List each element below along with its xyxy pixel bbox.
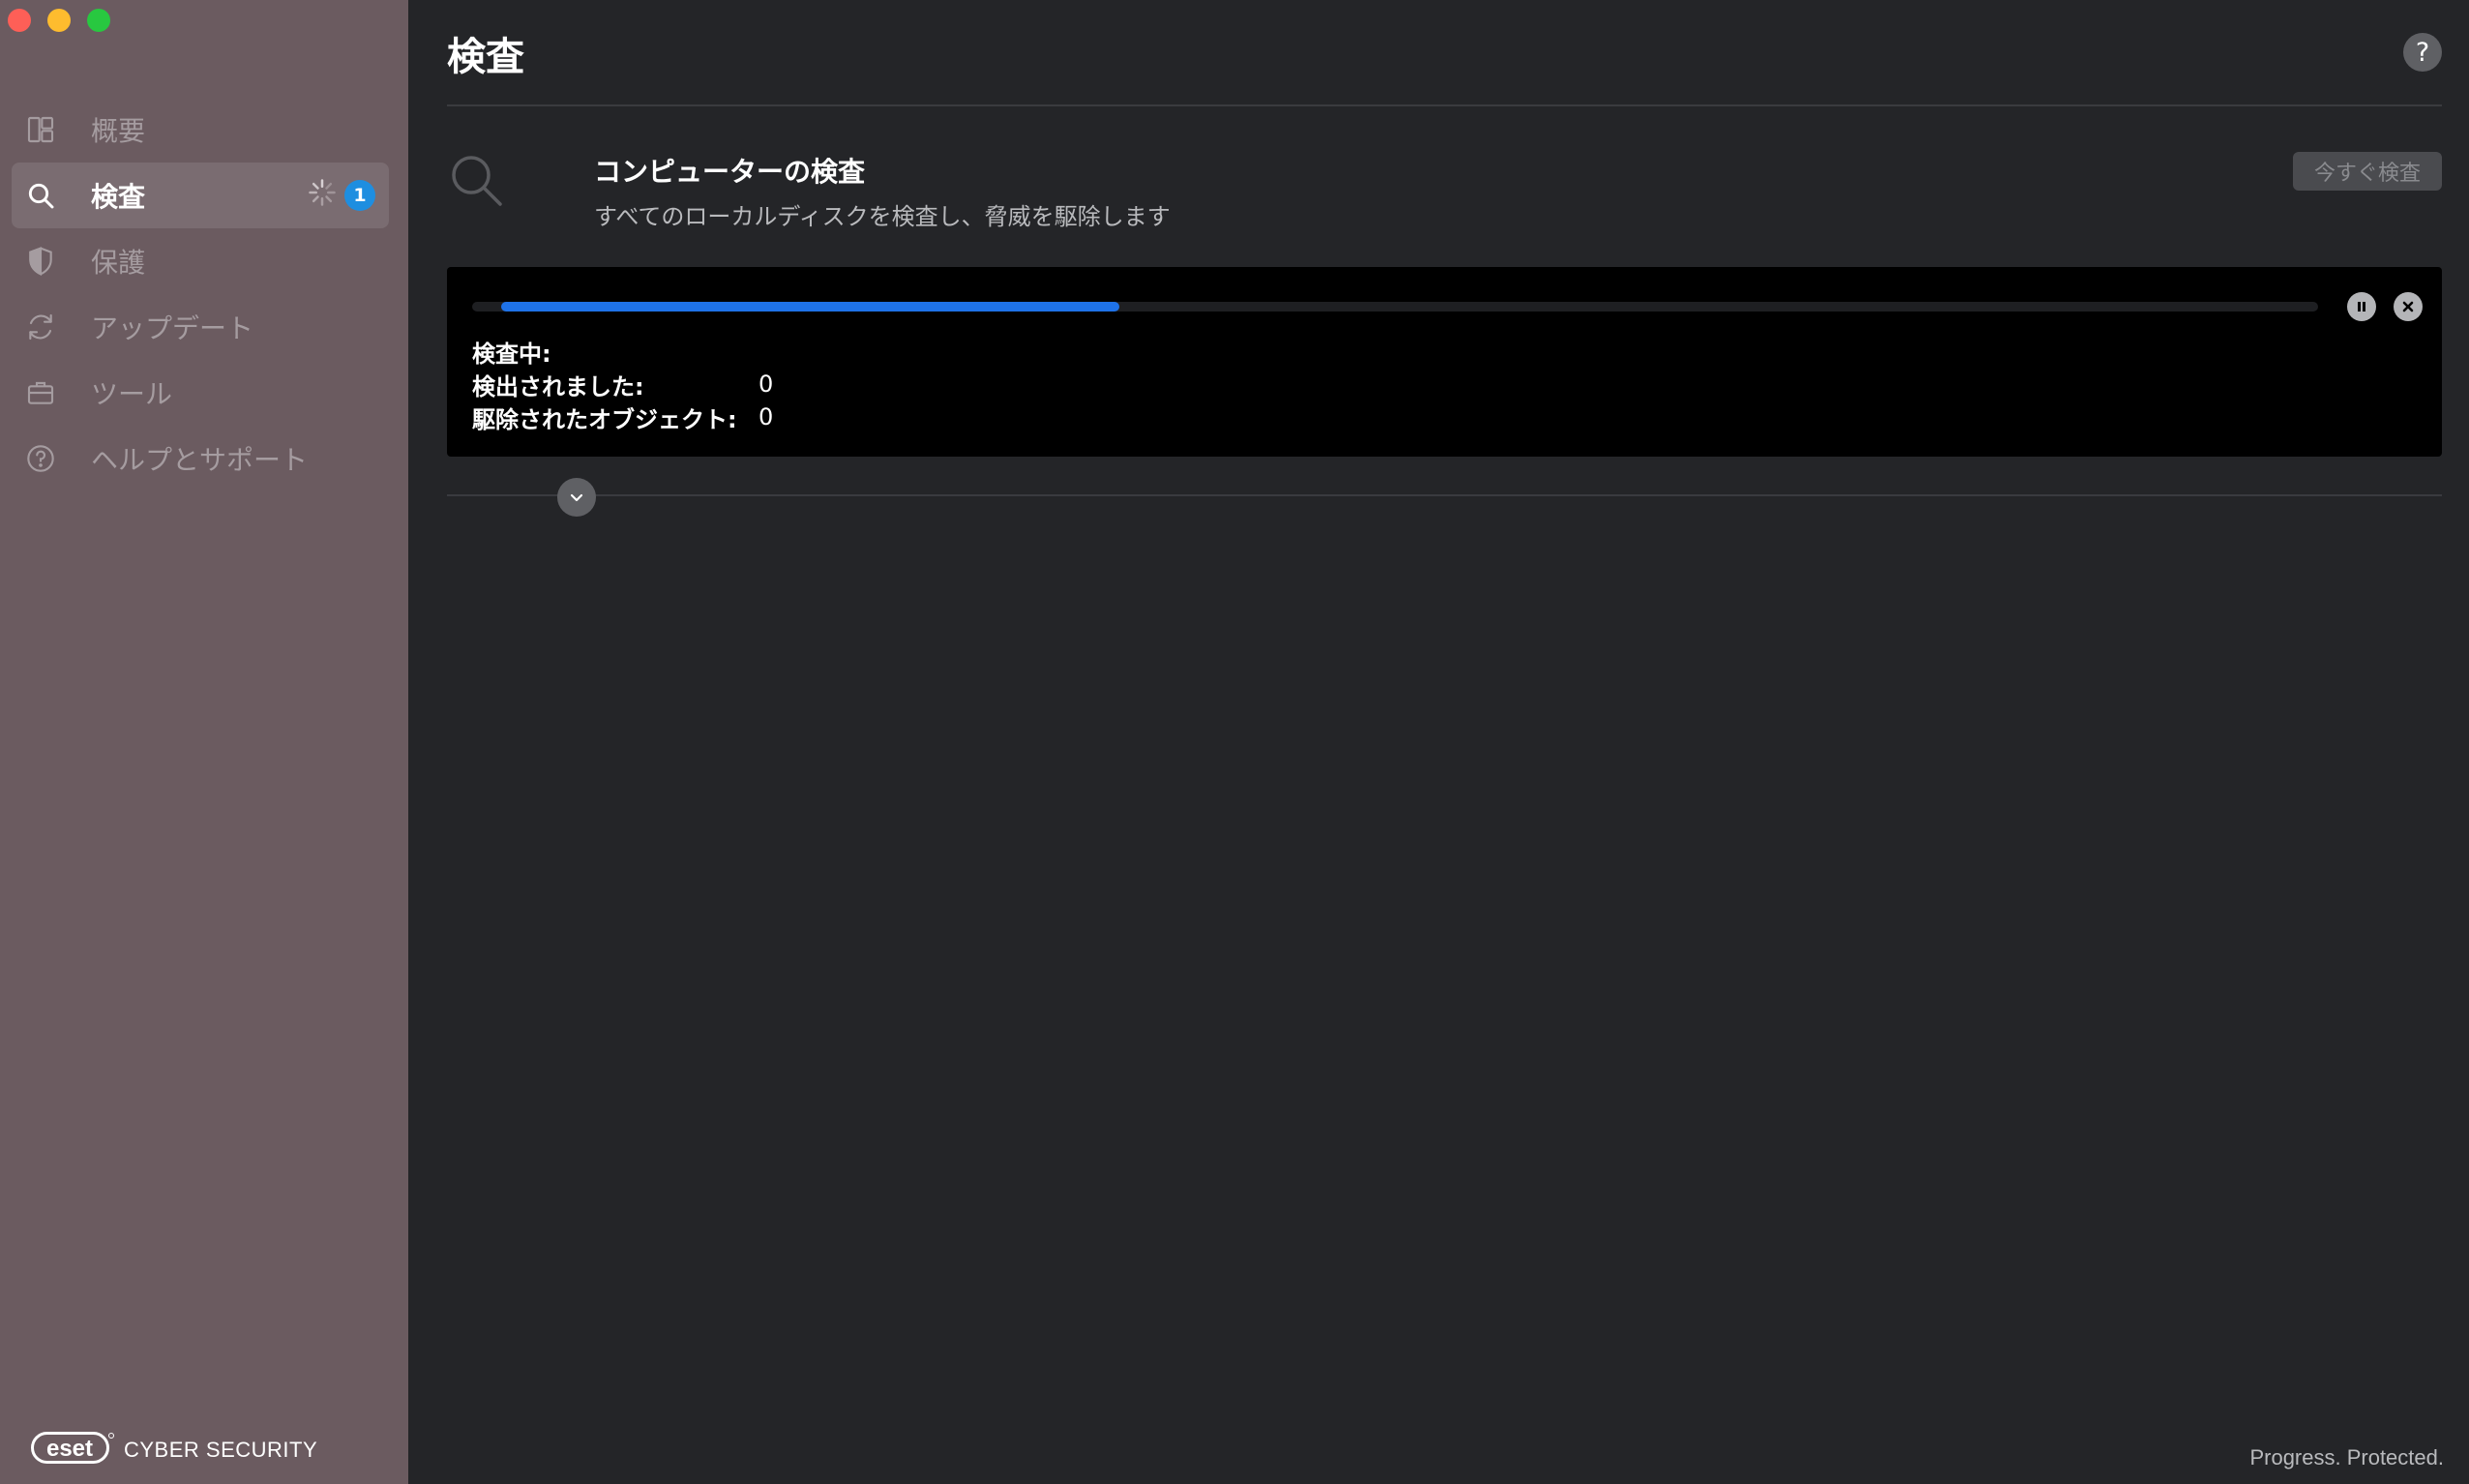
stat-label: 検出されました: [472,372,644,401]
sidebar-item-overview[interactable]: 概要 [12,97,389,163]
chevron-down-icon [570,493,583,502]
close-icon [2402,301,2414,312]
stat-value: 0 [759,403,774,430]
eset-logo: eset [31,1432,114,1469]
refresh-icon [23,310,58,344]
sidebar-item-label: アップデート [91,312,254,344]
pause-icon [2358,302,2365,312]
sidebar-item-help[interactable]: ヘルプとサポート [12,426,389,491]
expand-button[interactable] [557,478,596,517]
progress-bar-fill [501,302,1119,312]
search-icon [23,178,58,213]
scan-count-badge: 1 [344,180,375,211]
divider [447,104,2442,106]
scan-progress-panel: 検査中: 検出されました: 0 駆除されたオブジェクト: 0 [447,267,2442,457]
brand: eset CYBER SECURITY [31,1432,317,1469]
stat-row-detected: 検出されました: 0 [472,368,773,401]
svg-text:eset: eset [46,1436,93,1462]
stat-value: 0 [759,371,774,398]
window-controls [8,9,110,32]
divider [447,494,2442,496]
sidebar-item-label: ツール [91,378,173,410]
scan-description: すべてのローカルディスクを検査し、脅威を駆除します [594,203,1171,230]
sidebar-item-scan[interactable]: 検査 1 [12,163,389,228]
scan-title: コンピューターの検査 [594,156,866,188]
computer-scan-card: コンピューターの検査 すべてのローカルディスクを検査し、脅威を駆除します 今すぐ… [447,126,2442,267]
main-content: 検査 ? コンピューターの検査 すべてのローカルディスクを検査し、脅威を駆除しま… [408,0,2469,1484]
scan-status: 1 [308,178,375,214]
stop-scan-button[interactable] [2394,292,2423,321]
sidebar-item-label: 検査 [91,181,146,213]
question-circle-icon [23,441,58,476]
sidebar-item-label: ヘルプとサポート [91,444,309,476]
spinner-icon [308,178,337,214]
pause-button[interactable] [2347,292,2376,321]
product-name: CYBER SECURITY [124,1438,318,1462]
sidebar-item-label: 保護 [91,247,146,279]
minimize-window-button[interactable] [47,9,71,32]
progress-bar [472,302,2318,312]
dashboard-icon [23,112,58,147]
stat-label: 検査中: [472,340,551,368]
maximize-window-button[interactable] [87,9,110,32]
scan-now-button[interactable]: 今すぐ検査 [2292,152,2442,191]
stat-row-scanning: 検査中: [472,335,773,368]
sidebar-item-tools[interactable]: ツール [12,360,389,426]
sidebar: 概要 検査 1 保護 アップデート ツール ヘルプとサポート eset CYBE… [0,0,408,1484]
sidebar-item-label: 概要 [91,115,146,147]
sidebar-nav: 概要 検査 1 保護 アップデート ツール ヘルプとサポート [12,97,389,491]
search-icon [452,156,502,206]
scan-stats: 検査中: 検出されました: 0 駆除されたオブジェクト: 0 [472,335,773,433]
sidebar-item-protection[interactable]: 保護 [12,228,389,294]
briefcase-icon [23,375,58,410]
sidebar-item-update[interactable]: アップデート [12,294,389,360]
help-button[interactable]: ? [2403,33,2442,72]
page-title: 検査 [447,35,524,79]
footer-slogan: Progress. Protected. [2249,1445,2444,1469]
stat-row-cleaned: 駆除されたオブジェクト: 0 [472,401,773,433]
shield-icon [23,244,58,279]
stat-label: 駆除されたオブジェクト: [472,405,737,433]
close-window-button[interactable] [8,9,31,32]
